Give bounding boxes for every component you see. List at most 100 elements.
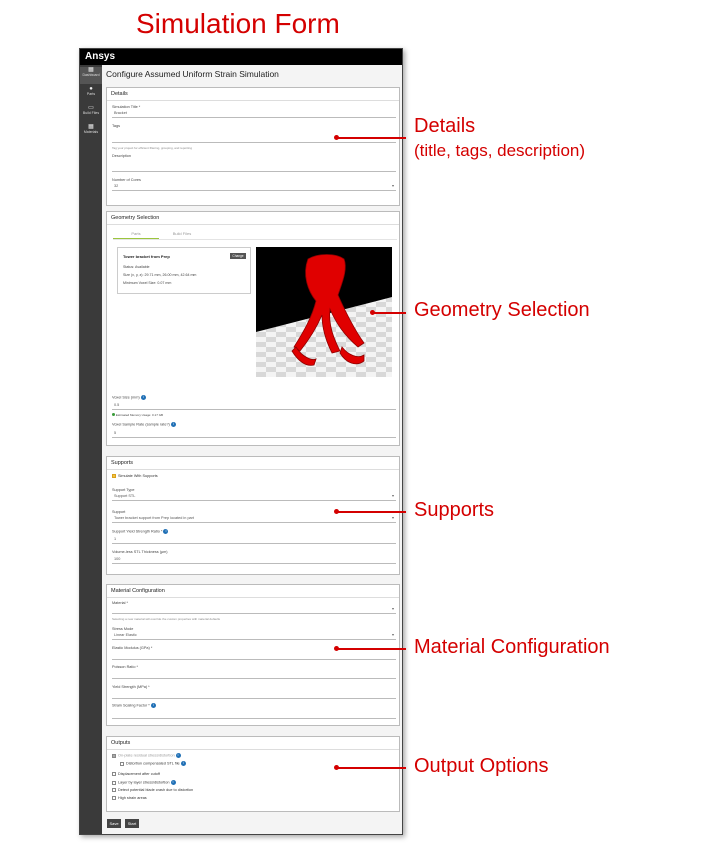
annotation-line: [338, 767, 406, 769]
checkbox-icon[interactable]: [120, 761, 124, 766]
checkbox-label: Simulate With Supports: [118, 474, 158, 478]
output-option-4[interactable]: Detect potential blade crash due to dist…: [112, 788, 193, 792]
checkbox-icon[interactable]: [112, 474, 116, 478]
material-select[interactable]: [112, 606, 396, 614]
annotation-line: [374, 312, 406, 314]
checkbox-label: High strain areas: [118, 796, 147, 800]
voxel-size-label: Voxel Size (mm) i: [112, 395, 146, 400]
panel-title: Details: [107, 88, 399, 101]
info-icon[interactable]: i: [170, 780, 176, 785]
sidebar-item-build-files[interactable]: ▭ Build Files: [80, 105, 102, 122]
annotation-details-sub: (title, tags, description): [414, 141, 586, 160]
output-option-5[interactable]: High strain areas: [112, 796, 147, 800]
info-icon[interactable]: i: [170, 422, 176, 427]
support-yield-label: Support Yield Strength Ratio * i: [112, 529, 169, 534]
part-size: Size (x, y, z): 29.71 mm, 26.00 mm, 42.6…: [123, 273, 197, 277]
page-heading: Simulation Form: [136, 8, 340, 39]
app-window: Ansys ▦ Dashboard ● Parts ▭ Build Files …: [79, 48, 403, 835]
strain-scaling-input[interactable]: [112, 711, 396, 719]
output-option-3[interactable]: Layer by layer stress/distortion i: [112, 780, 176, 785]
checkbox-icon[interactable]: [112, 780, 116, 785]
info-icon[interactable]: i: [180, 761, 186, 766]
output-option-1[interactable]: Distortion compensated STL file i: [120, 761, 186, 766]
support-yield-text: Support Yield Strength Ratio *: [112, 529, 163, 534]
details-panel: Details Simulation Title * Bracket Tags …: [106, 87, 400, 206]
info-icon[interactable]: i: [140, 395, 146, 400]
annotation-material: Material Configuration: [414, 636, 610, 658]
page-title: Configure Assumed Uniform Strain Simulat…: [106, 69, 279, 79]
description-label: Description: [112, 154, 131, 158]
annotation-geometry: Geometry Selection: [414, 299, 590, 321]
checkbox-icon[interactable]: [112, 753, 116, 758]
annotation-line: [338, 137, 406, 139]
panel-title: Outputs: [107, 737, 399, 750]
tab-parts[interactable]: Parts: [113, 231, 159, 239]
stl-thickness-input[interactable]: 100: [112, 556, 396, 564]
annotation-supports: Supports: [414, 499, 495, 521]
checkbox-icon[interactable]: [112, 772, 116, 776]
sidebar: ▦ Dashboard ● Parts ▭ Build Files ▦ Mate…: [80, 65, 102, 834]
supports-panel: Supports Simulate With Supports Support …: [106, 456, 400, 575]
change-button[interactable]: Change: [230, 253, 246, 259]
sidebar-item-dashboard[interactable]: ▦ Dashboard: [80, 67, 102, 84]
brand-logo: Ansys: [80, 49, 402, 65]
stress-mode-select[interactable]: Linear Elastic: [112, 632, 396, 640]
support-type-label: Support Type: [112, 488, 135, 492]
sample-rate-label: Voxel Sample Rate (sample rate?) i: [112, 422, 176, 427]
simulate-supports-checkbox[interactable]: Simulate With Supports: [112, 474, 158, 478]
checkbox-icon[interactable]: [112, 788, 116, 792]
checkbox-label: On-plate residual stress/distortion: [118, 753, 175, 758]
poisson-ratio-label: Poisson Ratio *: [112, 665, 138, 669]
elastic-modulus-label: Elastic Modulus (GPa) *: [112, 646, 153, 650]
elastic-modulus-input[interactable]: [112, 652, 396, 660]
sidebar-item-label: Dashboard: [82, 73, 100, 77]
output-option-2[interactable]: Displacement after cutoff: [112, 772, 160, 776]
yield-strength-label: Yield Strength (MPa) *: [112, 685, 150, 689]
description-input[interactable]: [112, 160, 396, 172]
outputs-panel: Outputs On-plate residual stress/distort…: [106, 736, 400, 812]
sidebar-item-parts[interactable]: ● Parts: [80, 86, 102, 103]
sidebar-item-label: Materials: [83, 130, 99, 134]
support-type-select[interactable]: Support STL: [112, 493, 396, 501]
strain-scaling-text: Strain Scaling Factor *: [112, 703, 150, 708]
strain-scaling-label: Strain Scaling Factor * i: [112, 703, 156, 708]
output-option-0[interactable]: On-plate residual stress/distortion i: [112, 753, 181, 758]
memory-usage-text: Estimated Memory Usage: 0.17 GB: [115, 413, 164, 417]
sim-title-input[interactable]: Bracket: [112, 110, 396, 118]
material-label: Material *: [112, 601, 129, 605]
annotation-line: [338, 648, 406, 650]
sidebar-item-label: Build Files: [82, 111, 100, 115]
check-icon: [112, 413, 115, 416]
panel-title: Material Configuration: [107, 585, 399, 598]
sidebar-item-label: Parts: [86, 92, 96, 96]
checkbox-label: Layer by layer stress/distortion: [118, 780, 170, 785]
checkbox-label: Detect potential blade crash due to dist…: [118, 788, 194, 792]
voxel-size-input[interactable]: 0.5: [112, 402, 396, 410]
annotation-line: [338, 511, 406, 513]
support-yield-input[interactable]: 1: [112, 536, 396, 544]
sidebar-item-materials[interactable]: ▦ Materials: [80, 124, 102, 141]
tab-build-files[interactable]: Build Files: [159, 231, 205, 236]
main-content: Configure Assumed Uniform Strain Simulat…: [102, 65, 402, 834]
cores-select[interactable]: 32: [112, 183, 396, 191]
memory-usage: Estimated Memory Usage: 0.17 GB: [112, 413, 163, 417]
panel-title: Supports: [107, 457, 399, 470]
info-icon[interactable]: i: [150, 703, 156, 708]
part-status: Status: Available: [123, 265, 150, 269]
sample-rate-text: Voxel Sample Rate (sample rate?): [112, 422, 170, 427]
panel-title: Geometry Selection: [107, 212, 399, 225]
poisson-ratio-input[interactable]: [112, 671, 396, 679]
voxel-size-text: Voxel Size (mm): [112, 395, 140, 400]
annotation-outputs: Output Options: [414, 755, 549, 777]
geometry-panel: Geometry Selection Parts Build Files Tow…: [106, 211, 400, 446]
save-button[interactable]: Save: [107, 819, 121, 828]
sample-rate-input[interactable]: 5: [112, 430, 396, 438]
yield-strength-input[interactable]: [112, 691, 396, 699]
material-hint: Selecting a new material will override t…: [112, 617, 221, 621]
checkbox-icon[interactable]: [112, 796, 116, 800]
support-select[interactable]: Tower bracket support from Prep located …: [112, 515, 396, 523]
info-icon[interactable]: i: [175, 753, 181, 758]
start-button[interactable]: Start: [125, 819, 139, 828]
checkbox-label: Displacement after cutoff: [118, 772, 160, 776]
info-icon[interactable]: i: [163, 529, 169, 534]
